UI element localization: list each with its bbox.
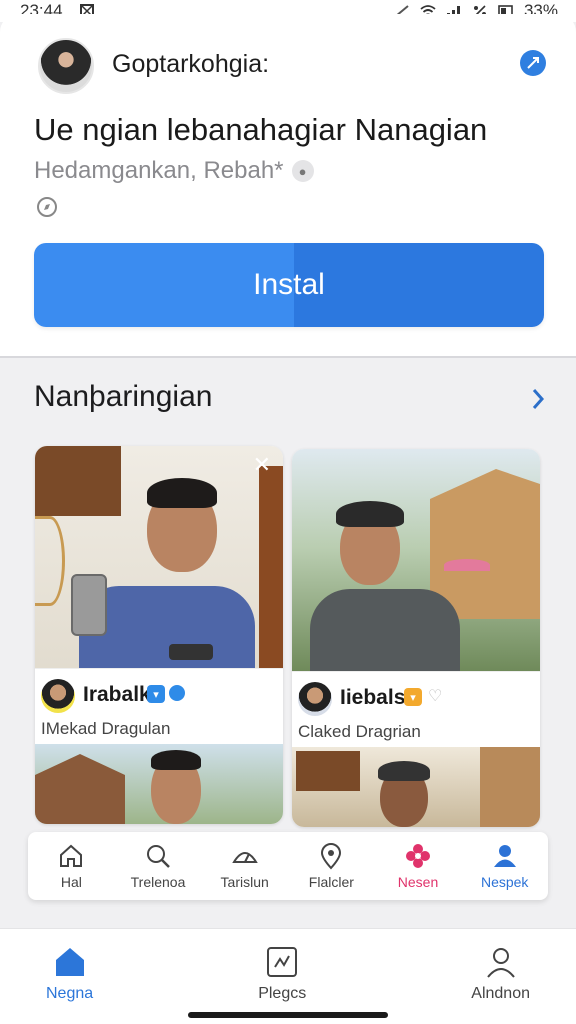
- info-icon[interactable]: ●: [291, 160, 314, 182]
- wall-art: [296, 751, 360, 791]
- search-icon: [147, 845, 170, 868]
- tab-label: Trelenoa: [130, 874, 186, 890]
- tab-tarislun[interactable]: Tarislun: [201, 832, 288, 900]
- person-hair: [151, 750, 201, 770]
- tab-nespek[interactable]: Nespek: [461, 832, 548, 900]
- card-photo-secondary: [292, 747, 540, 827]
- home-indicator[interactable]: [188, 1012, 388, 1018]
- person-icon: [493, 845, 516, 867]
- section-title: Nanþaringian: [34, 380, 213, 413]
- card-avatar[interactable]: [298, 682, 332, 716]
- tab-flalcler[interactable]: Flalcler: [288, 832, 375, 900]
- person-cap: [336, 501, 404, 527]
- compass-icon: [37, 197, 57, 217]
- wall-decoration: [35, 516, 65, 606]
- bottom-navigation: Negna Plegcs Alndnon: [0, 928, 576, 1024]
- umbrella: [444, 559, 490, 571]
- flower-icon: [406, 844, 431, 868]
- card-name[interactable]: Irabalk: [83, 683, 151, 707]
- person-shirt: [310, 589, 460, 671]
- dashboard-icon: [231, 852, 258, 863]
- wall-art: [35, 446, 121, 516]
- install-button[interactable]: Instal: [34, 243, 544, 327]
- card-photo: [292, 449, 540, 671]
- card-meta: Irabalk ▾ IMekad Dragulan: [35, 668, 283, 744]
- card-description: Claked Dragrian: [298, 722, 421, 741]
- nav-label: Alndnon: [471, 985, 530, 1002]
- card-name[interactable]: Iiebals: [340, 686, 405, 710]
- person-cap: [378, 761, 430, 781]
- account-icon: [486, 948, 515, 978]
- house-wall: [480, 747, 540, 827]
- phone-image-2: [169, 644, 213, 660]
- door-frame: [259, 466, 283, 668]
- share-icon: [527, 57, 539, 69]
- nav-label: Plegcs: [258, 985, 307, 1002]
- tab-nesen[interactable]: Nesen: [375, 832, 462, 900]
- tab-trelenoa[interactable]: Trelenoa: [115, 832, 202, 900]
- category-tabs: Hal Trelenoa Tarislun Flalcler Nesen Nes…: [28, 832, 548, 900]
- person-hair: [147, 478, 217, 508]
- card-photo: [35, 446, 283, 668]
- app-subtitle-row: Hedamgankan, Rebah* ●: [34, 157, 314, 185]
- heart-icon[interactable]: ♡: [428, 686, 442, 706]
- home-outline-icon: [60, 844, 83, 867]
- media-card[interactable]: Iiebals ▾ ♡ Claked Dragrian: [292, 449, 540, 827]
- tab-hal[interactable]: Hal: [28, 832, 115, 900]
- tab-label: Nesen: [397, 874, 439, 890]
- bird-badge-icon: ▾: [147, 685, 165, 703]
- section-divider: [0, 356, 576, 358]
- nav-item-negna[interactable]: Negna: [46, 945, 93, 1024]
- card-avatar[interactable]: [41, 679, 75, 713]
- verified-icon: [169, 685, 185, 701]
- card-description: IMekad Dragulan: [41, 719, 171, 738]
- home-icon: [55, 948, 84, 976]
- nav-item-alndnon[interactable]: Alndnon: [471, 945, 530, 1024]
- card-photo-secondary: [35, 744, 283, 824]
- tab-label: Nespek: [480, 874, 529, 890]
- apps-icon: [267, 947, 298, 977]
- app-header-card: Goptarkohgia: Ue ngian lebanahagiar Nana…: [0, 14, 576, 356]
- card-meta: Iiebals ▾ ♡ Claked Dragrian: [292, 671, 540, 747]
- shield-badge-icon: ▾: [404, 688, 422, 706]
- house-roof: [35, 754, 125, 824]
- tab-label: Hal: [60, 874, 82, 890]
- app-title: Ue ngian lebanahagiar Nanagian: [34, 112, 488, 147]
- nav-label: Negna: [46, 985, 94, 1002]
- share-button[interactable]: [520, 50, 546, 76]
- chevron-right-icon[interactable]: [528, 386, 548, 412]
- location-pin-icon: [321, 843, 342, 870]
- media-card[interactable]: ✕ Irabalk ▾ IMekad Dragulan: [35, 446, 283, 824]
- developer-name[interactable]: Goptarkohgia:: [112, 50, 269, 79]
- phone-image: [71, 574, 107, 636]
- app-subtitle: Hedamgankan, Rebah*: [34, 157, 284, 184]
- tab-label: Tarislun: [220, 874, 269, 890]
- tab-label: Flalcler: [308, 874, 354, 890]
- close-icon[interactable]: ✕: [253, 452, 271, 478]
- house-wall: [430, 469, 540, 619]
- developer-avatar[interactable]: [38, 38, 94, 94]
